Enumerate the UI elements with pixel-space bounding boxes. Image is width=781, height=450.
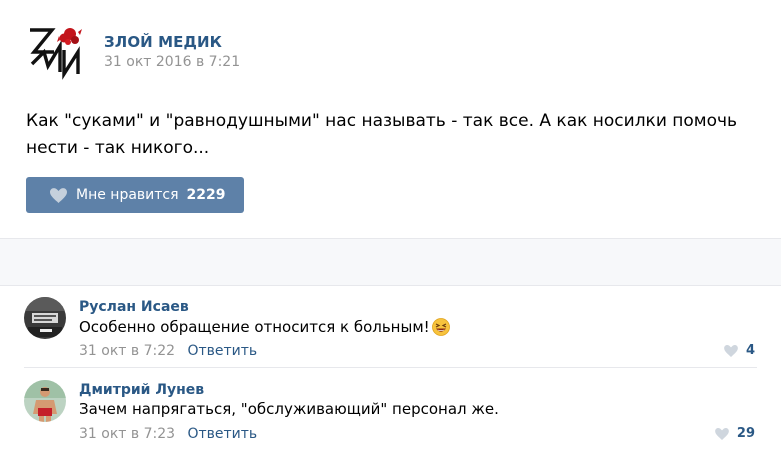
avatar[interactable]	[24, 380, 66, 422]
comment-author[interactable]: Дмитрий Лунев	[79, 382, 204, 398]
avatar-image-icon	[24, 380, 66, 422]
reply-link[interactable]: Ответить	[187, 426, 257, 442]
comment-like-button[interactable]: 4	[724, 343, 755, 358]
comment-date[interactable]: 31 окт в 7:23	[79, 426, 175, 442]
heart-icon	[715, 427, 729, 440]
reply-link[interactable]: Ответить	[187, 343, 257, 359]
comment-text: Зачем напрягаться, "обслуживающий" персо…	[79, 400, 499, 418]
comment-item: Руслан Исаев Особенно обращение относитс…	[0, 287, 781, 368]
heart-icon	[50, 187, 67, 203]
like-button[interactable]: Мне нравится 2229	[26, 177, 244, 213]
like-count: 2229	[186, 187, 226, 203]
post-date[interactable]: 31 окт 2016 в 7:21	[104, 54, 240, 70]
like-label: Мне нравится	[76, 187, 179, 203]
comment-text-content: Особенно обращение относится к больным!	[79, 318, 430, 336]
comments-separator	[0, 238, 781, 286]
zm-logo-icon	[30, 28, 82, 80]
post-author-name[interactable]: ЗЛОЙ МЕДИК	[104, 33, 222, 51]
comment-text-content: Зачем напрягаться, "обслуживающий" персо…	[79, 400, 499, 418]
community-logo[interactable]	[26, 22, 86, 80]
comment-like-button[interactable]: 29	[715, 426, 755, 441]
post-card: ЗЛОЙ МЕДИК 31 окт 2016 в 7:21 Как "сукам…	[0, 0, 781, 238]
comment-item: Дмитрий Лунев Зачем напрягаться, "обслуж…	[0, 372, 781, 450]
comment-meta: 31 окт в 7:23 Ответить	[79, 426, 257, 442]
comment-like-count: 4	[745, 343, 755, 358]
comment-meta: 31 окт в 7:22 Ответить	[79, 343, 257, 359]
comment-date[interactable]: 31 окт в 7:22	[79, 343, 175, 359]
heart-icon	[724, 344, 738, 357]
comment-author[interactable]: Руслан Исаев	[79, 299, 189, 315]
post-text: Как "суками" и "равнодушными" нас называ…	[26, 111, 738, 158]
comment-text: Особенно обращение относится к больным!	[79, 318, 450, 336]
avatar[interactable]	[24, 297, 66, 339]
laughing-emoji-icon	[431, 318, 450, 336]
comment-divider	[24, 367, 757, 368]
comment-like-count: 29	[736, 426, 755, 441]
avatar-image-icon	[24, 297, 66, 339]
